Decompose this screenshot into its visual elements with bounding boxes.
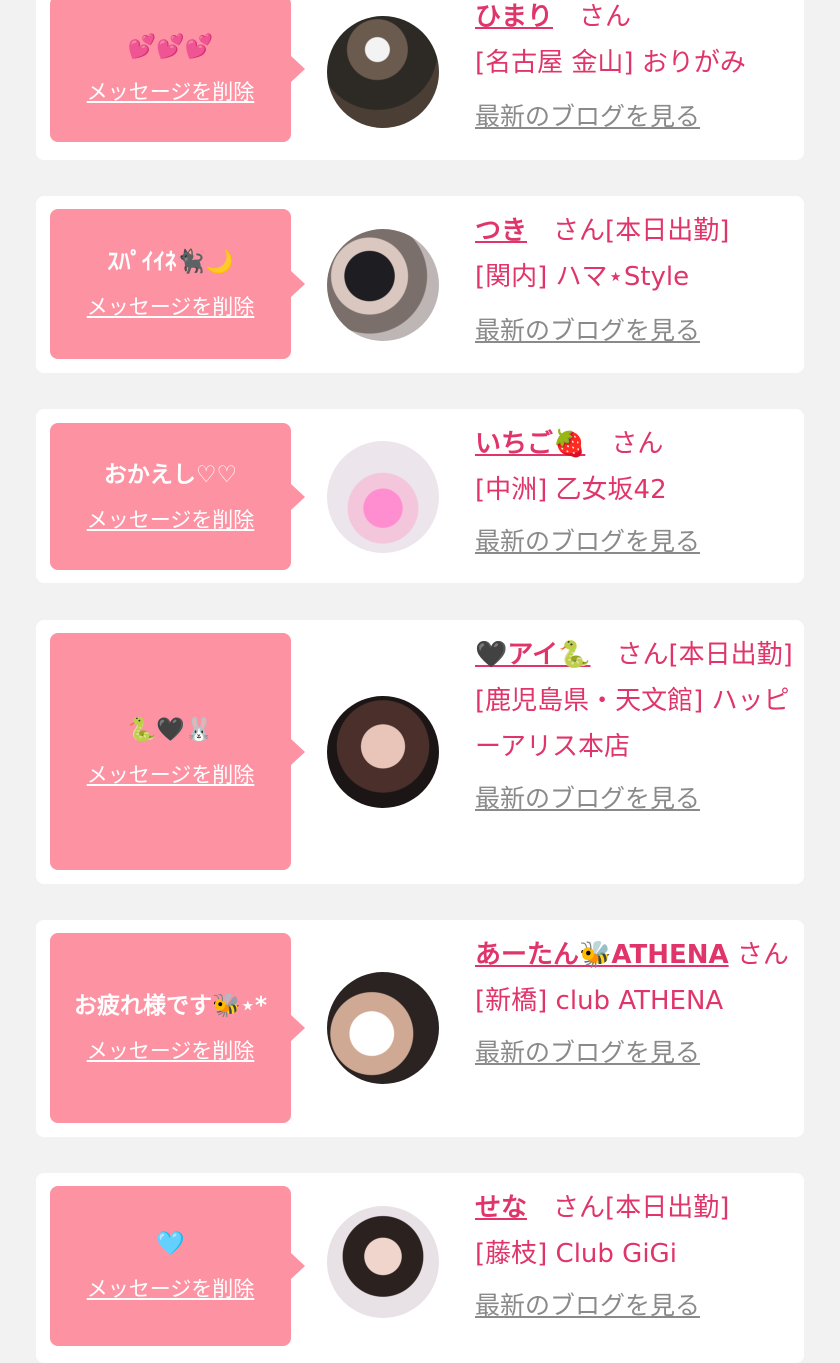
shop-label: [中洲] 乙女坂42 bbox=[475, 475, 667, 505]
honorific: さん bbox=[579, 2, 632, 32]
shop-label: [藤枝] Club GiGi bbox=[475, 1239, 677, 1269]
avatar[interactable] bbox=[327, 1206, 439, 1318]
honorific: さん bbox=[553, 216, 606, 246]
honorific: さん bbox=[736, 940, 789, 970]
list-item: お疲れ様です🐝⋆* メッセージを削除 あーたん🐝ATHENA さん [新橋] c… bbox=[36, 920, 804, 1137]
delete-message-link[interactable]: メッセージを削除 bbox=[87, 759, 255, 789]
profile-name-link[interactable]: つき bbox=[475, 216, 527, 246]
latest-blog-link[interactable]: 最新のブログを見る bbox=[475, 308, 793, 354]
shop-label: [鹿児島県・天文館] ハッピーアリス本店 bbox=[475, 686, 790, 762]
profile-name-link[interactable]: あーたん🐝ATHENA bbox=[475, 940, 729, 970]
attendance-status: [本日出勤] bbox=[668, 640, 793, 670]
list-item: 💕💕💕 メッセージを削除 ひまり さん [名古屋 金山] おりがみ 最新のブログ… bbox=[36, 0, 804, 160]
profile-name-link[interactable]: せな bbox=[475, 1193, 527, 1223]
latest-blog-link[interactable]: 最新のブログを見る bbox=[475, 94, 793, 140]
message-bubble: お疲れ様です🐝⋆* メッセージを削除 bbox=[50, 933, 305, 1123]
message-bubble: 💕💕💕 メッセージを削除 bbox=[50, 0, 305, 142]
honorific: さん bbox=[616, 640, 669, 670]
attendance-status: [本日出勤] bbox=[605, 216, 730, 246]
latest-blog-link[interactable]: 最新のブログを見る bbox=[475, 1030, 793, 1076]
delete-message-link[interactable]: メッセージを削除 bbox=[87, 1035, 255, 1065]
latest-blog-link[interactable]: 最新のブログを見る bbox=[475, 519, 793, 565]
avatar[interactable] bbox=[327, 16, 439, 128]
message-bubble: 🩵 メッセージを削除 bbox=[50, 1186, 305, 1346]
message-text: おかえし♡♡ bbox=[103, 461, 238, 488]
latest-blog-link[interactable]: 最新のブログを見る bbox=[475, 1283, 793, 1329]
shop-label: [関内] ハマ⋆Style bbox=[475, 262, 690, 292]
message-text: ｽﾊﾟｲｲﾈ🐈‍⬛🌙 bbox=[107, 249, 234, 275]
profile-name-link[interactable]: いちご🍓 bbox=[475, 429, 585, 459]
profile-name-link[interactable]: ひまり bbox=[475, 2, 553, 32]
message-text: お疲れ様です🐝⋆* bbox=[73, 993, 268, 1019]
avatar[interactable] bbox=[327, 229, 439, 341]
list-item: 🐍🖤🐰 メッセージを削除 🖤アイ🐍 さん[本日出勤] [鹿児島県・天文館] ハッ… bbox=[36, 620, 804, 884]
message-bubble: 🐍🖤🐰 メッセージを削除 bbox=[50, 633, 305, 870]
shop-label: [名古屋 金山] おりがみ bbox=[475, 48, 746, 78]
attendance-status: [本日出勤] bbox=[605, 1193, 730, 1223]
avatar[interactable] bbox=[327, 696, 439, 808]
honorific: さん bbox=[611, 429, 664, 459]
message-text: 💕💕💕 bbox=[127, 34, 214, 60]
list-item: おかえし♡♡ メッセージを削除 いちご🍓 さん [中洲] 乙女坂42 最新のブロ… bbox=[36, 409, 804, 583]
delete-message-link[interactable]: メッセージを削除 bbox=[87, 504, 255, 534]
honorific: さん bbox=[553, 1193, 606, 1223]
message-bubble: ｽﾊﾟｲｲﾈ🐈‍⬛🌙 メッセージを削除 bbox=[50, 209, 305, 359]
list-item: ｽﾊﾟｲｲﾈ🐈‍⬛🌙 メッセージを削除 つき さん[本日出勤] [関内] ハマ⋆… bbox=[36, 196, 804, 373]
message-text: 🐍🖤🐰 bbox=[127, 716, 214, 743]
message-bubble: おかえし♡♡ メッセージを削除 bbox=[50, 423, 305, 570]
delete-message-link[interactable]: メッセージを削除 bbox=[87, 291, 255, 321]
shop-label: [新橋] club ATHENA bbox=[475, 986, 724, 1016]
profile-name-link[interactable]: 🖤アイ🐍 bbox=[475, 640, 590, 670]
delete-message-link[interactable]: メッセージを削除 bbox=[87, 76, 255, 106]
avatar[interactable] bbox=[327, 972, 439, 1084]
latest-blog-link[interactable]: 最新のブログを見る bbox=[475, 776, 793, 822]
avatar[interactable] bbox=[327, 441, 439, 553]
message-text: 🩵 bbox=[156, 1231, 185, 1257]
delete-message-link[interactable]: メッセージを削除 bbox=[87, 1273, 255, 1303]
